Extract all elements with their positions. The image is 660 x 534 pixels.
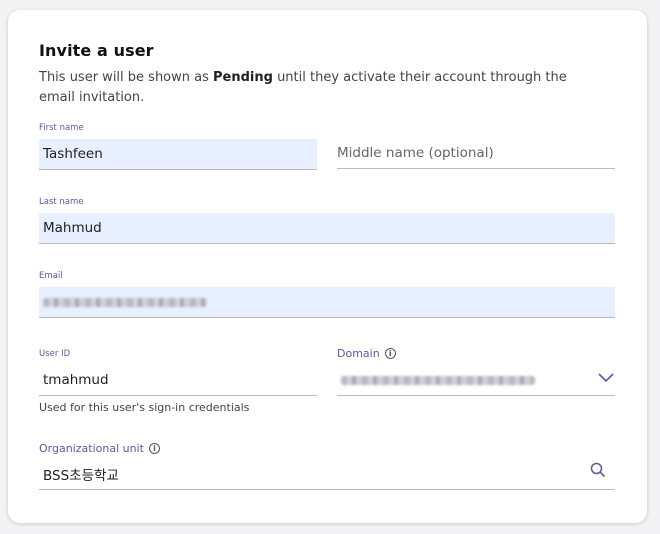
last-name-label: Last name: [39, 197, 84, 207]
domain-value-redacted: [341, 375, 535, 385]
user-id-hint: Used for this user's sign-in credentials: [39, 401, 250, 414]
org-unit-value: BSS초등학교: [43, 468, 119, 484]
user-id-label: User ID: [39, 349, 71, 359]
page-title: Invite a user: [39, 41, 154, 60]
middle-name-placeholder: Middle name (optional): [337, 145, 494, 161]
description-bold: Pending: [213, 70, 273, 85]
user-id-field[interactable]: tmahmud: [39, 365, 317, 396]
info-icon[interactable]: i: [148, 443, 160, 454]
domain-label: Domain i: [337, 347, 396, 360]
first-name-value: Tashfeen: [43, 146, 103, 162]
org-unit-label-text: Organizational unit: [39, 442, 144, 455]
domain-label-text: Domain: [337, 347, 380, 360]
first-name-field[interactable]: Tashfeen: [39, 139, 317, 170]
last-name-field[interactable]: Mahmud: [39, 213, 615, 244]
chevron-down-icon[interactable]: [598, 373, 614, 383]
org-unit-label: Organizational unit i: [39, 442, 160, 455]
domain-select[interactable]: [337, 365, 615, 396]
last-name-value: Mahmud: [43, 220, 102, 236]
first-name-label: First name: [39, 123, 84, 133]
user-id-value: tmahmud: [43, 372, 109, 388]
description: This user will be shown as Pending until…: [39, 68, 599, 108]
search-icon[interactable]: [590, 462, 606, 478]
invite-user-card: Invite a user This user will be shown as…: [8, 10, 647, 523]
info-icon[interactable]: i: [384, 348, 396, 359]
email-field[interactable]: [39, 287, 615, 318]
email-label: Email: [39, 271, 63, 281]
email-value-redacted: [43, 297, 207, 307]
org-unit-field[interactable]: BSS초등학교: [39, 459, 615, 490]
middle-name-field[interactable]: Middle name (optional): [337, 138, 615, 169]
description-before: This user will be shown as: [39, 70, 214, 85]
